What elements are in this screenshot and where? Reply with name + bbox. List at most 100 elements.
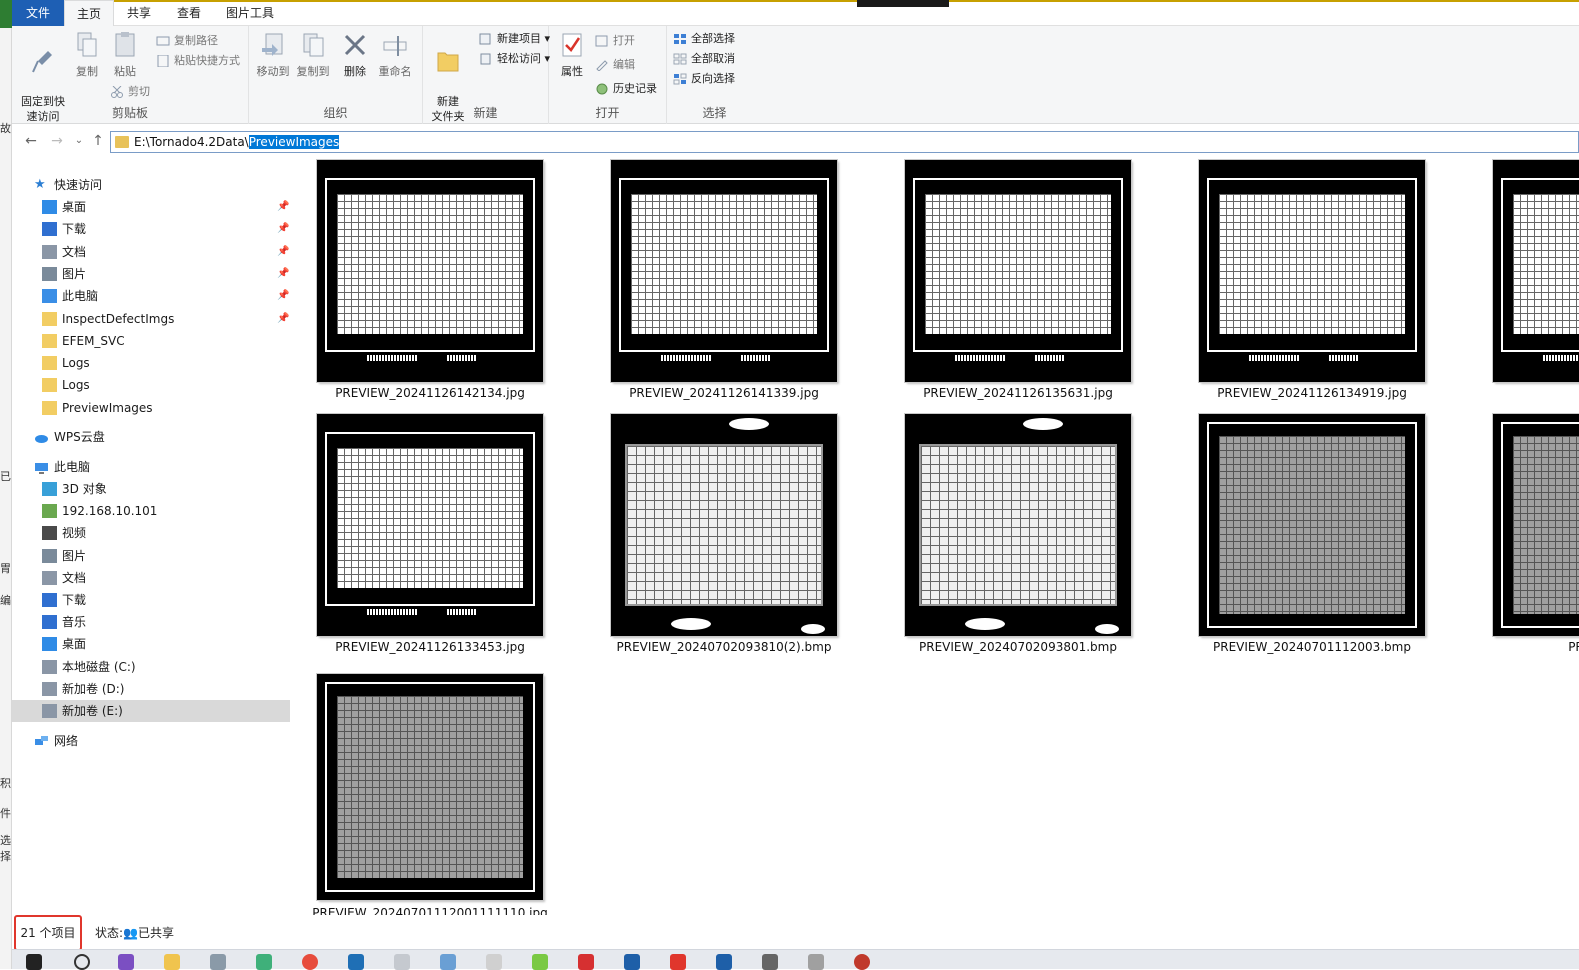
select-none-button[interactable]: 全部取消 <box>673 50 735 68</box>
nav-pc-item[interactable]: 桌面 <box>12 633 292 655</box>
app-icon[interactable] <box>578 954 594 970</box>
app-icon[interactable] <box>348 954 364 970</box>
new-item-button[interactable]: 新建项目 ▾ <box>479 30 550 48</box>
file-tile[interactable]: PREVIEW_20240701112003.bmp <box>1189 412 1483 667</box>
address-path[interactable]: E:\Tornado4.2Data\PreviewImages <box>134 134 340 150</box>
file-tile[interactable]: PREVIEW_20241126133453.jpg <box>307 412 601 667</box>
network-icon <box>34 734 49 748</box>
nav-quick-item[interactable]: EFEM_SVC <box>12 330 292 352</box>
app-icon[interactable] <box>808 954 824 970</box>
pin-icon: 📌 <box>277 223 290 235</box>
forward-arrow-icon[interactable]: → <box>48 132 66 150</box>
nav-pc-item[interactable]: 图片 <box>12 545 292 567</box>
copy-path-button[interactable]: 复制路径 <box>156 32 218 50</box>
invert-selection-button[interactable]: 反向选择 <box>673 70 735 88</box>
copy-icon <box>77 32 97 57</box>
nav-quick-item[interactable]: 文档 📌 <box>12 241 292 263</box>
nav-pc-item[interactable]: 下载 <box>12 589 292 611</box>
file-tile[interactable]: PREVIEW <box>1483 158 1579 413</box>
file-tile[interactable]: PREVIEW_20240702093801.bmp <box>895 412 1189 667</box>
nav-pc-item[interactable]: 视频 <box>12 522 292 544</box>
easy-access-button[interactable]: 轻松访问 ▾ <box>479 50 550 68</box>
start-icon[interactable] <box>26 954 42 970</box>
nav-pc-item-label: 图片 <box>62 548 87 563</box>
app-icon[interactable] <box>394 954 410 970</box>
cut-button[interactable]: 剪切 <box>110 83 150 101</box>
up-arrow-icon[interactable]: ↑ <box>89 132 107 150</box>
nav-quick-access[interactable]: ★ 快速访问 <box>12 174 292 196</box>
address-path-selected: PreviewImages <box>248 135 340 149</box>
address-bar[interactable]: E:\Tornado4.2Data\PreviewImages <box>110 131 1579 153</box>
nav-pc-item[interactable]: 文档 <box>12 567 292 589</box>
nav-pc-item[interactable]: 新加卷 (D:) <box>12 678 292 700</box>
search-icon[interactable] <box>74 954 90 970</box>
back-arrow-icon[interactable]: ← <box>22 132 40 150</box>
app-icon[interactable] <box>486 954 502 970</box>
nav-network[interactable]: 网络 <box>12 730 292 752</box>
nav-quick-item[interactable]: 图片 📌 <box>12 263 292 285</box>
visual-studio-icon[interactable] <box>118 954 134 970</box>
copy-to-button[interactable]: 复制到 <box>293 30 333 79</box>
app-icon[interactable] <box>762 954 778 970</box>
delete-button[interactable]: 删除 <box>337 30 373 79</box>
nav-pc-item[interactable]: 新加卷 (E:) <box>12 700 290 722</box>
chrome-icon[interactable] <box>302 954 318 970</box>
nav-pc-item[interactable]: 本地磁盘 (C:) <box>12 656 292 678</box>
file-explorer-icon[interactable] <box>164 954 180 970</box>
tab-picture-tools[interactable]: 图片工具 <box>214 0 286 26</box>
title-bar-fragment <box>857 0 949 7</box>
copy-button[interactable]: 复制 <box>70 30 104 79</box>
nav-quick-item[interactable]: PreviewImages <box>12 397 292 419</box>
file-thumbnail <box>905 414 1131 636</box>
nav-quick-item[interactable]: 桌面 📌 <box>12 196 292 218</box>
file-tile[interactable]: PREVIEW_20 <box>1483 412 1579 667</box>
properties-button[interactable]: 属性 <box>555 30 589 79</box>
app-icon[interactable] <box>624 954 640 970</box>
navigation-bar: ← → ⌄ ↑ E:\Tornado4.2Data\PreviewImages <box>12 127 1579 155</box>
nav-quick-item[interactable]: InspectDefectImgs 📌 <box>12 308 292 330</box>
app-icon[interactable] <box>716 954 732 970</box>
nav-quick-item[interactable]: Logs <box>12 374 292 396</box>
nav-pc-item[interactable]: 192.168.10.101 <box>12 500 292 522</box>
file-thumbnail <box>317 414 543 636</box>
move-to-button[interactable]: 移动到 <box>253 30 293 79</box>
nav-wps-cloud[interactable]: WPS云盘 <box>12 426 292 448</box>
select-all-button[interactable]: 全部选择 <box>673 30 735 48</box>
nav-quick-item[interactable]: 此电脑 📌 <box>12 285 292 307</box>
file-tile[interactable]: PREVIEW_20240702093810(2).bmp <box>601 412 895 667</box>
app-icon[interactable] <box>670 954 686 970</box>
drive-icon <box>42 681 57 696</box>
thumbnail-grid <box>1219 436 1405 614</box>
tab-view[interactable]: 查看 <box>164 0 214 26</box>
open-button[interactable]: 打开 <box>595 32 635 50</box>
app-icon[interactable] <box>532 954 548 970</box>
nav-quick-item[interactable]: Logs <box>12 352 292 374</box>
history-button[interactable]: 历史记录 <box>595 80 657 98</box>
app-icon[interactable] <box>210 954 226 970</box>
cloud-icon <box>34 430 49 444</box>
nav-this-pc[interactable]: 此电脑 <box>12 456 292 478</box>
paste-shortcut-button[interactable]: 粘贴快捷方式 <box>156 52 240 70</box>
folder-icon <box>42 333 57 348</box>
rename-button[interactable]: 重命名 <box>375 30 415 79</box>
history-icon <box>596 83 608 95</box>
file-tile[interactable]: PREVIEW_20240701112001111110.jpg <box>307 670 601 915</box>
paste-button[interactable]: 粘贴 <box>108 30 142 79</box>
tab-file[interactable]: 文件 <box>12 0 64 26</box>
app-icon[interactable] <box>440 954 456 970</box>
nav-pc-item[interactable]: 3D 对象 <box>12 478 292 500</box>
app-icon[interactable] <box>854 954 870 970</box>
app-icon[interactable] <box>256 954 272 970</box>
file-tile[interactable]: PREVIEW_20241126134919.jpg <box>1189 158 1483 413</box>
nav-pc-item[interactable]: 音乐 <box>12 611 292 633</box>
organize-group-label: 组织 <box>323 106 348 120</box>
tab-home[interactable]: 主页 <box>64 0 114 26</box>
file-tile[interactable]: PREVIEW_20241126142134.jpg <box>307 158 601 413</box>
file-tile[interactable]: PREVIEW_20241126141339.jpg <box>601 158 895 413</box>
file-tile[interactable]: PREVIEW_20241126135631.jpg <box>895 158 1189 413</box>
background-text: 选择 <box>0 834 11 863</box>
recent-locations-chevron-icon[interactable]: ⌄ <box>70 132 88 150</box>
edit-button[interactable]: 编辑 <box>595 56 635 74</box>
nav-quick-item[interactable]: 下载 📌 <box>12 218 292 240</box>
tab-share[interactable]: 共享 <box>114 0 164 26</box>
